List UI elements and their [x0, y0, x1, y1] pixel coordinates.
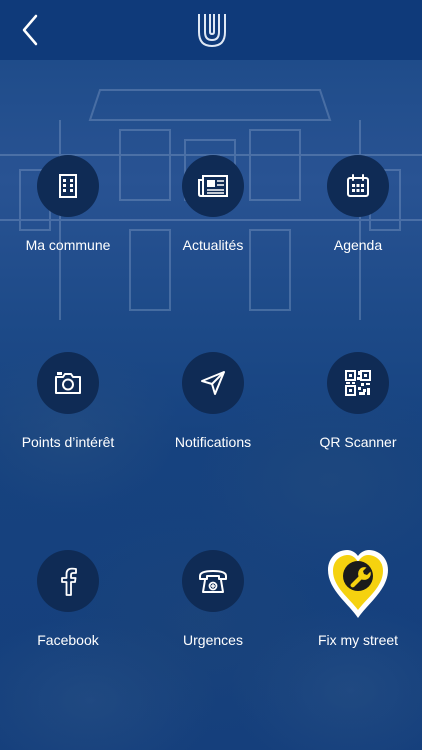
menu-item-urgences[interactable]: Urgences	[143, 550, 283, 680]
phone-icon	[199, 570, 227, 593]
menu-item-qr-scanner[interactable]: QR Scanner	[288, 352, 422, 482]
menu-item-icon-circle	[182, 155, 244, 217]
newspaper-icon	[198, 175, 228, 197]
menu-item-label: Fix my street	[317, 632, 399, 648]
camera-icon	[55, 372, 81, 394]
menu-item-label: Actualités	[182, 237, 244, 253]
menu-item-label: Points d’intérêt	[21, 434, 115, 450]
app-screen: Ma commune Actualités Agenda Points d’in…	[0, 0, 422, 750]
chevron-left-icon	[22, 14, 38, 46]
menu-item-icon-circle	[37, 155, 99, 217]
menu-item-label: Agenda	[333, 237, 383, 253]
menu-item-label: QR Scanner	[319, 434, 397, 450]
menu-item-notifications[interactable]: Notifications	[143, 352, 283, 482]
facebook-icon	[61, 567, 77, 596]
qr-code-icon	[345, 370, 371, 396]
menu-item-icon-circle	[327, 155, 389, 217]
menu-item-icon-circle	[182, 352, 244, 414]
menu-item-facebook[interactable]: Facebook	[0, 550, 138, 680]
menu-item-points-interet[interactable]: Points d’intérêt	[0, 352, 138, 482]
menu-item-label: Ma commune	[25, 237, 111, 253]
menu-item-label: Facebook	[37, 632, 99, 648]
calendar-icon	[347, 174, 369, 197]
menu-item-icon-circle	[37, 550, 99, 612]
menu-item-agenda[interactable]: Agenda	[288, 155, 422, 285]
menu-item-icon-circle	[37, 352, 99, 414]
menu-item-ma-commune[interactable]: Ma commune	[0, 155, 138, 285]
paper-plane-icon	[201, 371, 225, 395]
menu-item-label: Urgences	[183, 632, 243, 648]
building-icon	[59, 174, 77, 198]
menu-item-icon-circle	[327, 352, 389, 414]
wrench-pin-icon	[328, 550, 388, 618]
menu-item-fix-my-street[interactable]: Fix my street	[288, 550, 422, 680]
back-button[interactable]	[14, 12, 50, 48]
menu-item-label: Notifications	[174, 434, 252, 450]
menu-item-actualites[interactable]: Actualités	[143, 155, 283, 285]
top-navigation-bar	[0, 0, 422, 60]
u-logo-icon	[198, 14, 226, 48]
menu-item-icon-circle	[182, 550, 244, 612]
